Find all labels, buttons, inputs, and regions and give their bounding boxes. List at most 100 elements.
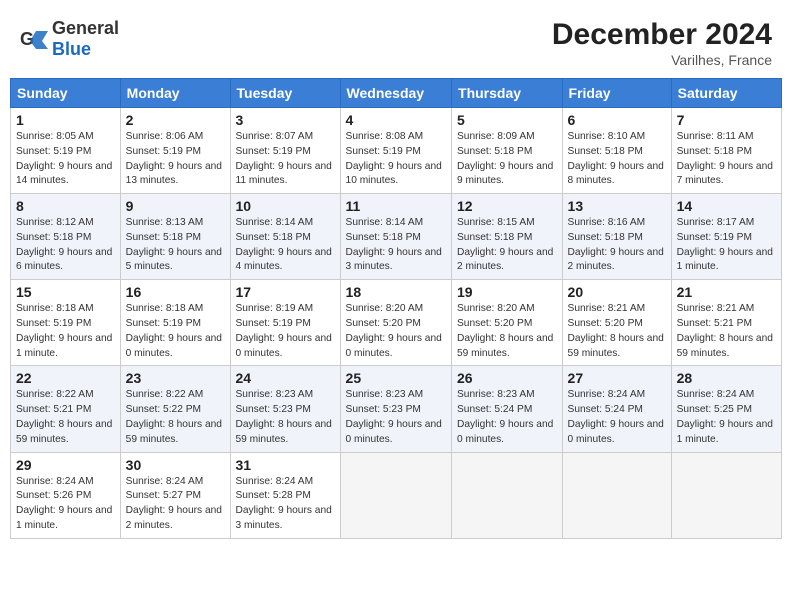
calendar-cell [562,452,671,538]
day-number: 9 [126,198,225,214]
day-number: 11 [346,198,446,214]
day-info: Sunrise: 8:19 AMSunset: 5:19 PMDaylight:… [236,302,335,361]
calendar-cell: 5 Sunrise: 8:09 AMSunset: 5:18 PMDaylight… [452,108,563,194]
day-number: 30 [126,457,225,473]
calendar-cell: 11 Sunrise: 8:14 AMSunset: 5:18 PMDayligh… [340,194,451,280]
day-info: Sunrise: 8:24 AMSunset: 5:28 PMDaylight:… [236,475,335,534]
day-number: 24 [236,370,335,386]
day-info: Sunrise: 8:18 AMSunset: 5:19 PMDaylight:… [16,302,115,361]
calendar-cell: 14 Sunrise: 8:17 AMSunset: 5:19 PMDayligh… [671,194,781,280]
day-number: 12 [457,198,557,214]
day-number: 7 [677,112,776,128]
day-info: Sunrise: 8:20 AMSunset: 5:20 PMDaylight:… [346,302,446,361]
calendar-week-row: 29 Sunrise: 8:24 AMSunset: 5:26 PMDayligh… [11,452,782,538]
calendar-cell: 29 Sunrise: 8:24 AMSunset: 5:26 PMDayligh… [11,452,121,538]
day-info: Sunrise: 8:23 AMSunset: 5:23 PMDaylight:… [346,388,446,447]
logo-icon: G [20,27,48,51]
calendar-header-row: SundayMondayTuesdayWednesdayThursdayFrid… [11,79,782,108]
header: G General Blue December 2024 Varilhes, F… [10,10,782,72]
day-number: 28 [677,370,776,386]
day-info: Sunrise: 8:20 AMSunset: 5:20 PMDaylight:… [457,302,557,361]
title-area: December 2024 Varilhes, France [552,18,772,68]
calendar-cell: 16Sunrise: 8:18 AMSunset: 5:19 PMDayligh… [120,280,230,366]
calendar-cell: 13 Sunrise: 8:16 AMSunset: 5:18 PMDayligh… [562,194,671,280]
calendar-cell: 23Sunrise: 8:22 AMSunset: 5:22 PMDayligh… [120,366,230,452]
day-number: 29 [16,457,115,473]
calendar-cell: 3Sunrise: 8:07 AMSunset: 5:19 PMDaylight… [230,108,340,194]
day-info: Sunrise: 8:06 AMSunset: 5:19 PMDaylight:… [126,130,225,189]
day-number: 1 [16,112,115,128]
day-number: 14 [677,198,776,214]
day-info: Sunrise: 8:23 AMSunset: 5:24 PMDaylight:… [457,388,557,447]
day-info: Sunrise: 8:21 AMSunset: 5:20 PMDaylight:… [568,302,666,361]
day-info: Sunrise: 8:08 AMSunset: 5:19 PMDaylight:… [346,130,446,189]
calendar-cell: 25 Sunrise: 8:23 AMSunset: 5:23 PMDayligh… [340,366,451,452]
day-number: 13 [568,198,666,214]
col-header-monday: Monday [120,79,230,108]
calendar-cell: 24 Sunrise: 8:23 AMSunset: 5:23 PMDayligh… [230,366,340,452]
day-number: 10 [236,198,335,214]
calendar-cell: 27 Sunrise: 8:24 AMSunset: 5:24 PMDayligh… [562,366,671,452]
day-number: 2 [126,112,225,128]
calendar-cell: 12 Sunrise: 8:15 AMSunset: 5:18 PMDayligh… [452,194,563,280]
calendar-cell: 1 Sunrise: 8:05 AMSunset: 5:19 PMDaylight… [11,108,121,194]
day-number: 19 [457,284,557,300]
calendar-cell: 18 Sunrise: 8:20 AMSunset: 5:20 PMDayligh… [340,280,451,366]
calendar-cell: 20 Sunrise: 8:21 AMSunset: 5:20 PMDayligh… [562,280,671,366]
col-header-friday: Friday [562,79,671,108]
col-header-tuesday: Tuesday [230,79,340,108]
day-info: Sunrise: 8:22 AMSunset: 5:21 PMDaylight:… [16,388,115,447]
col-header-saturday: Saturday [671,79,781,108]
day-info: Sunrise: 8:21 AMSunset: 5:21 PMDaylight:… [677,302,776,361]
day-info: Sunrise: 8:14 AMSunset: 5:18 PMDaylight:… [346,216,446,275]
day-number: 31 [236,457,335,473]
calendar-cell: 28 Sunrise: 8:24 AMSunset: 5:25 PMDayligh… [671,366,781,452]
logo-blue-text: Blue [52,39,91,59]
calendar-cell: 9 Sunrise: 8:13 AMSunset: 5:18 PMDaylight… [120,194,230,280]
day-info: Sunrise: 8:09 AMSunset: 5:18 PMDaylight:… [457,130,557,189]
day-info: Sunrise: 8:10 AMSunset: 5:18 PMDaylight:… [568,130,666,189]
location: Varilhes, France [552,52,772,68]
day-info: Sunrise: 8:13 AMSunset: 5:18 PMDaylight:… [126,216,225,275]
day-info: Sunrise: 8:23 AMSunset: 5:23 PMDaylight:… [236,388,335,447]
day-number: 8 [16,198,115,214]
day-number: 23 [126,370,225,386]
day-info: Sunrise: 8:24 AMSunset: 5:26 PMDaylight:… [16,475,115,534]
calendar-cell: 6 Sunrise: 8:10 AMSunset: 5:18 PMDaylight… [562,108,671,194]
calendar: SundayMondayTuesdayWednesdayThursdayFrid… [10,78,782,539]
day-info: Sunrise: 8:16 AMSunset: 5:18 PMDaylight:… [568,216,666,275]
day-info: Sunrise: 8:07 AMSunset: 5:19 PMDaylight:… [236,130,335,189]
calendar-cell: 21Sunrise: 8:21 AMSunset: 5:21 PMDayligh… [671,280,781,366]
logo: G General Blue [20,18,119,60]
calendar-cell: 26Sunrise: 8:23 AMSunset: 5:24 PMDayligh… [452,366,563,452]
calendar-week-row: 1 Sunrise: 8:05 AMSunset: 5:19 PMDaylight… [11,108,782,194]
calendar-cell: 10 Sunrise: 8:14 AMSunset: 5:18 PMDayligh… [230,194,340,280]
day-number: 17 [236,284,335,300]
day-info: Sunrise: 8:12 AMSunset: 5:18 PMDaylight:… [16,216,115,275]
day-number: 6 [568,112,666,128]
calendar-cell [671,452,781,538]
col-header-wednesday: Wednesday [340,79,451,108]
col-header-sunday: Sunday [11,79,121,108]
day-info: Sunrise: 8:14 AMSunset: 5:18 PMDaylight:… [236,216,335,275]
calendar-cell [452,452,563,538]
calendar-cell: 2 Sunrise: 8:06 AMSunset: 5:19 PMDaylight… [120,108,230,194]
day-info: Sunrise: 8:15 AMSunset: 5:18 PMDaylight:… [457,216,557,275]
calendar-week-row: 8 Sunrise: 8:12 AMSunset: 5:18 PMDaylight… [11,194,782,280]
day-info: Sunrise: 8:05 AMSunset: 5:19 PMDaylight:… [16,130,115,189]
calendar-cell: 8 Sunrise: 8:12 AMSunset: 5:18 PMDaylight… [11,194,121,280]
calendar-week-row: 22 Sunrise: 8:22 AMSunset: 5:21 PMDayligh… [11,366,782,452]
day-info: Sunrise: 8:17 AMSunset: 5:19 PMDaylight:… [677,216,776,275]
day-number: 27 [568,370,666,386]
day-info: Sunrise: 8:24 AMSunset: 5:24 PMDaylight:… [568,388,666,447]
day-info: Sunrise: 8:24 AMSunset: 5:27 PMDaylight:… [126,475,225,534]
day-number: 5 [457,112,557,128]
day-number: 25 [346,370,446,386]
month-year: December 2024 [552,18,772,52]
day-number: 18 [346,284,446,300]
calendar-cell: 30 Sunrise: 8:24 AMSunset: 5:27 PMDayligh… [120,452,230,538]
day-info: Sunrise: 8:11 AMSunset: 5:18 PMDaylight:… [677,130,776,189]
day-number: 22 [16,370,115,386]
day-number: 20 [568,284,666,300]
day-info: Sunrise: 8:24 AMSunset: 5:25 PMDaylight:… [677,388,776,447]
